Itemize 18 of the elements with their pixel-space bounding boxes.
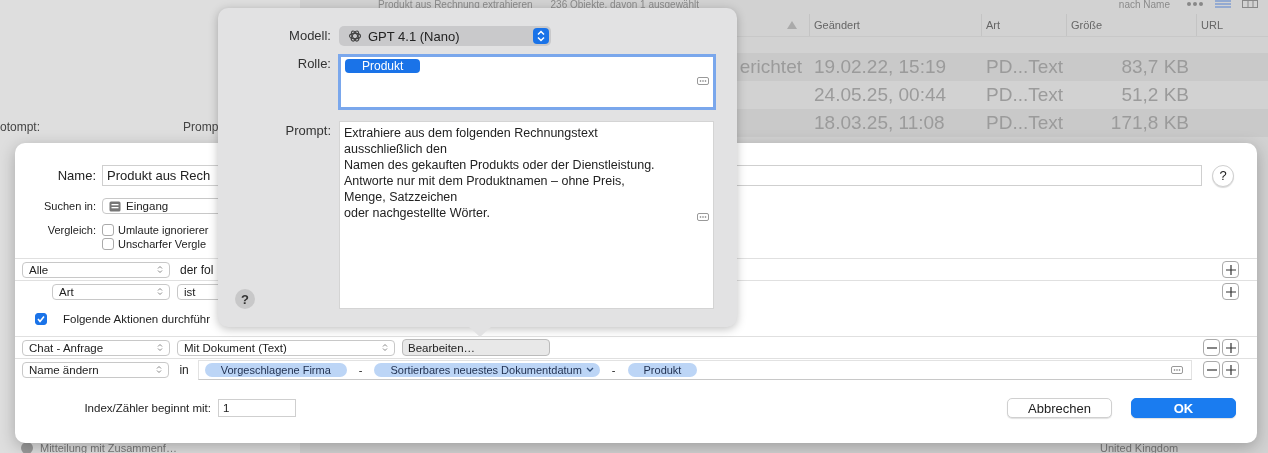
field-label: Index/Zähler beginnt mit: [83,402,212,414]
status-text: 236 Objekte, davon 1 ausgewählt [550,0,699,9]
field-label: otompt: [0,120,41,134]
preposition-text: in [179,362,189,377]
field-label: Suchen in: [43,200,97,212]
separator-text: - [610,363,617,376]
separator-text: - [357,363,364,376]
condition-text: der fol [180,262,214,277]
checkbox-label: Umlaute ignorierer [118,224,209,236]
field-label: Name: [56,168,97,183]
field-label: Modell: [289,27,331,45]
field-label: Prompt: [285,122,331,140]
field-label: Vergleich: [46,224,97,236]
checkbox-label: Folgende Aktionen durchführ [63,313,211,325]
checkbox-label: Unscharfer Vergle [118,238,207,250]
window-title: Produkt aus Rechnung extrahieren [378,0,533,9]
field-label: Promp [183,120,219,134]
field-label: Rolle: [297,55,331,73]
